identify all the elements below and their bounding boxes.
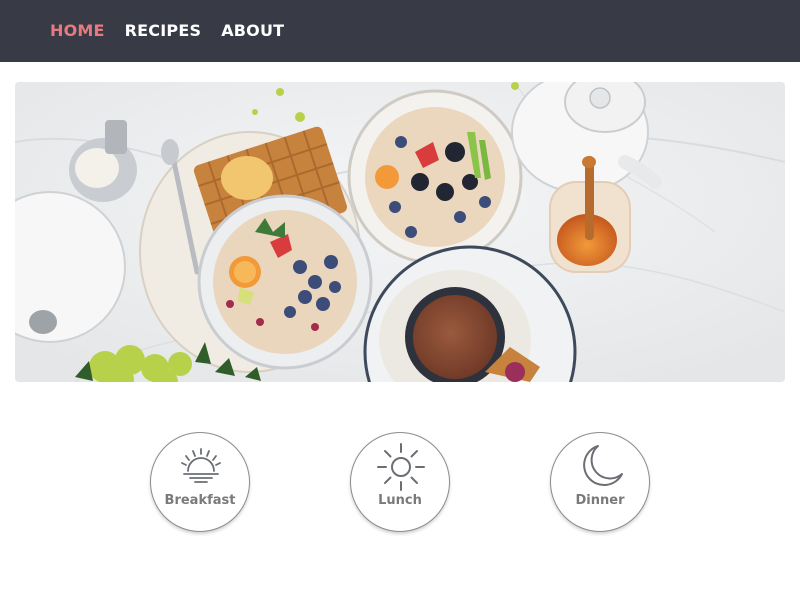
breakfast-button[interactable]: Breakfast bbox=[150, 432, 250, 532]
hero-image bbox=[15, 82, 785, 382]
top-navbar: HOME RECIPES ABOUT bbox=[0, 0, 800, 62]
dinner-label: Dinner bbox=[575, 493, 625, 508]
breakfast-label: Breakfast bbox=[164, 493, 236, 508]
lunch-button[interactable]: Lunch bbox=[350, 432, 450, 532]
sunrise-icon bbox=[181, 448, 221, 483]
lunch-label: Lunch bbox=[378, 493, 422, 508]
nav-link-home[interactable]: HOME bbox=[50, 21, 105, 41]
nav-link-recipes[interactable]: RECIPES bbox=[125, 21, 202, 41]
dinner-button[interactable]: Dinner bbox=[550, 432, 650, 532]
meal-categories: Breakfast Lunch Dinner bbox=[0, 432, 800, 532]
nav-link-about[interactable]: ABOUT bbox=[221, 21, 284, 41]
sun-icon bbox=[377, 443, 425, 491]
nav-links: HOME RECIPES ABOUT bbox=[50, 21, 304, 41]
breakfast-table-photo bbox=[15, 82, 785, 382]
moon-icon bbox=[583, 445, 623, 487]
